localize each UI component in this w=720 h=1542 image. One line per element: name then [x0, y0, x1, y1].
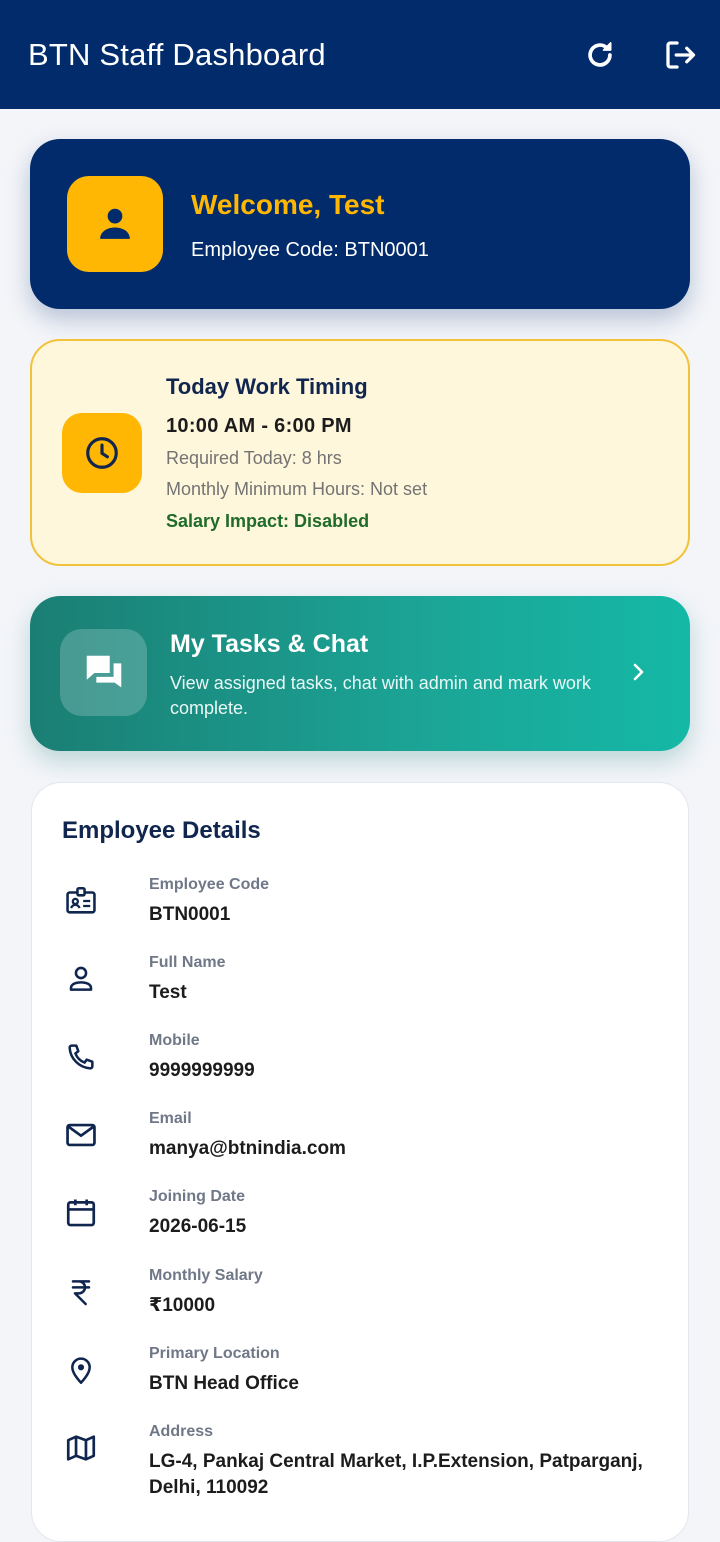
logout-icon	[666, 40, 696, 69]
details-title: Employee Details	[62, 817, 261, 844]
chevron-right-icon	[624, 658, 652, 686]
map-icon	[66, 1435, 96, 1461]
employee-code-text: Employee Code: BTN0001	[191, 239, 429, 261]
clock-icon	[86, 437, 118, 469]
tasks-title: My Tasks & Chat	[170, 630, 369, 658]
app-bar: BTN Staff Dashboard	[0, 0, 720, 109]
tasks-description: View assigned tasks, chat with admin and…	[170, 673, 591, 718]
monthly-minimum: Monthly Minimum Hours: Not set	[166, 479, 428, 499]
welcome-title: Welcome, Test	[191, 189, 385, 220]
avatar	[67, 176, 163, 272]
rupee-icon	[71, 1280, 91, 1306]
required-hours: Required Today: 8 hrs	[166, 448, 342, 468]
person-outline-icon	[69, 966, 93, 991]
row-label: Mobile	[149, 1032, 200, 1049]
row-label: Address	[149, 1423, 214, 1440]
welcome-card: Welcome, Test Employee Code: BTN0001	[30, 139, 690, 309]
row-value: BTN Head Office	[149, 1373, 299, 1394]
row-label: Monthly Salary	[149, 1267, 263, 1284]
calendar-icon	[66, 1199, 96, 1227]
logout-button[interactable]	[658, 33, 702, 77]
timing-text: Today Work Timing 10:00 AM - 6:00 PM Req…	[166, 374, 427, 532]
row-value: Test	[149, 982, 187, 1003]
row-label: Joining Date	[149, 1188, 246, 1205]
row-value: LG-4, Pankaj Central Market, I.P.Extensi…	[149, 1451, 643, 1498]
chat-icon	[86, 655, 121, 687]
row-value: ₹10000	[149, 1295, 216, 1316]
phone-icon	[68, 1044, 94, 1070]
work-timing-card: Today Work Timing 10:00 AM - 6:00 PM Req…	[30, 339, 690, 566]
row-value: BTN0001	[149, 904, 231, 925]
timing-title: Today Work Timing	[166, 374, 368, 399]
row-value: 9999999999	[149, 1060, 255, 1081]
mail-icon	[66, 1123, 96, 1147]
employee-details-card: Employee Details Employee Code BTN0001 F…	[31, 782, 689, 1542]
refresh-icon	[588, 41, 612, 67]
timing-hours: 10:00 AM - 6:00 PM	[166, 415, 352, 437]
row-value: manya@btnindia.com	[149, 1138, 346, 1159]
app-bar-actions	[578, 0, 702, 109]
location-pin-icon	[71, 1357, 91, 1384]
row-label: Primary Location	[149, 1345, 280, 1362]
salary-impact: Salary Impact: Disabled	[166, 511, 370, 531]
refresh-button[interactable]	[578, 33, 622, 77]
row-value: 2026-06-15	[149, 1216, 247, 1237]
tasks-icon-box	[60, 629, 147, 716]
badge-icon	[66, 886, 96, 914]
tasks-chat-card[interactable]: My Tasks & Chat View assigned tasks, cha…	[30, 596, 690, 751]
row-label: Employee Code	[149, 876, 270, 893]
app-title: BTN Staff Dashboard	[28, 36, 326, 72]
person-icon	[100, 208, 130, 239]
timing-icon-box	[62, 413, 142, 493]
row-label: Email	[149, 1110, 192, 1127]
row-label: Full Name	[149, 954, 226, 971]
